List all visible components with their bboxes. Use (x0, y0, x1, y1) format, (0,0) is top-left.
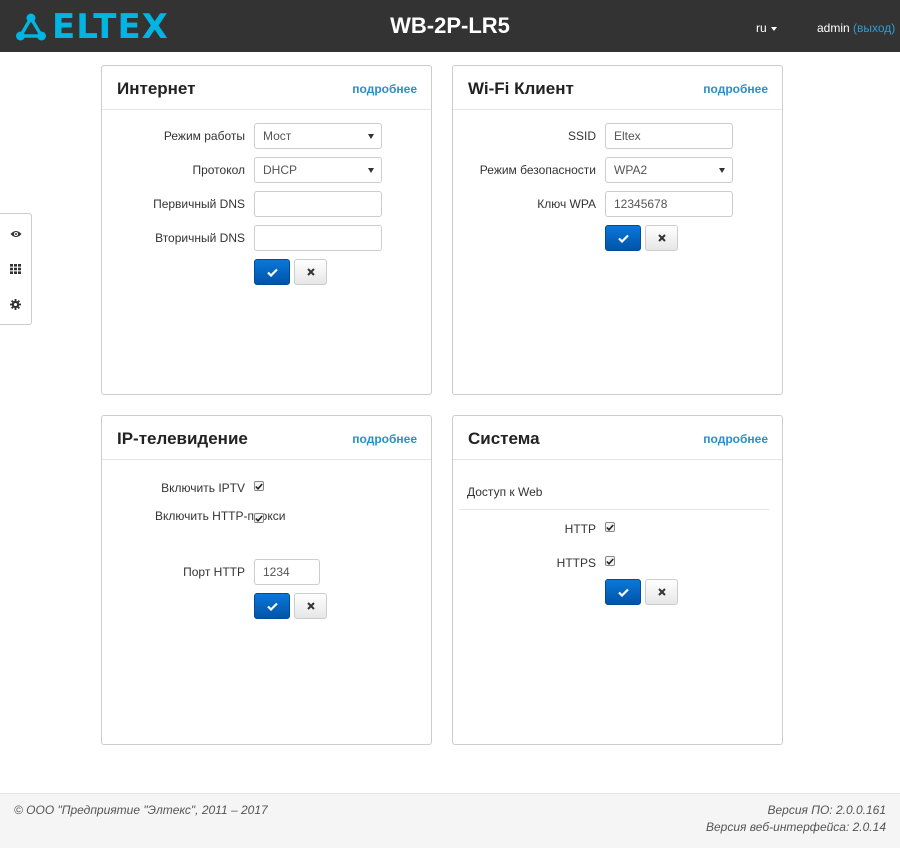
http-proxy-checkbox[interactable] (254, 513, 264, 523)
logout-link[interactable]: (выход) (853, 21, 895, 35)
internet-panel: Интернет подробнее Режим работы Мост Про… (101, 65, 432, 395)
close-icon (306, 268, 315, 276)
ssid-label: SSID (567, 129, 596, 143)
close-icon (657, 588, 666, 596)
iptv-enable-label: Включить IPTV (161, 481, 245, 495)
wifi-panel-header: Wi-Fi Клиент подробнее (453, 66, 782, 110)
mode-select[interactable]: Мост (254, 123, 382, 149)
language-value: ru (756, 21, 767, 35)
security-label: Режим безопасности (479, 163, 596, 177)
section-divider (459, 509, 769, 510)
http-proxy-label: Включить HTTP-прокси (155, 509, 286, 523)
copyright-text: © ООО "Предприятие "Элтекс", 2011 – 2017 (14, 803, 268, 817)
gear-icon (10, 298, 21, 310)
username: admin (817, 21, 850, 35)
wpa-key-row: Ключ WPA (453, 191, 782, 217)
wifi-title: Wi-Fi Клиент (468, 79, 574, 98)
iptv-panel-header: IP-телевидение подробнее (102, 416, 431, 460)
dns2-row: Вторичный DNS (102, 225, 431, 251)
user-info: admin (выход) (817, 21, 895, 35)
internet-apply-button[interactable] (254, 259, 290, 285)
wpa-key-label: Ключ WPA (537, 197, 596, 211)
http-port-row: Порт HTTP (102, 559, 431, 585)
iptv-panel: IP-телевидение подробнее Включить IPTV В… (101, 415, 432, 745)
iptv-title: IP-телевидение (117, 429, 248, 448)
protocol-value: DHCP (263, 163, 298, 177)
close-icon (657, 234, 666, 242)
ssid-row: SSID (453, 123, 782, 149)
iptv-enable-checkbox[interactable] (254, 481, 264, 491)
top-bar: ELTEX WB-2P-LR5 ru admin (выход) (0, 0, 900, 52)
checkmark-icon (606, 557, 614, 565)
iptv-enable-row: Включить IPTV (102, 475, 431, 501)
https-row: HTTPS (453, 550, 782, 576)
http-proxy-row: Включить HTTP-прокси (102, 509, 431, 549)
wifi-more-link[interactable]: подробнее (703, 82, 768, 96)
dns2-input[interactable] (254, 225, 382, 251)
wpa-key-input[interactable] (605, 191, 733, 217)
system-panel: Система подробнее Доступ к Web HTTP HTTP… (452, 415, 783, 745)
eye-icon (10, 231, 21, 237)
checkmark-icon (266, 602, 278, 611)
security-row: Режим безопасности WPA2 (453, 157, 782, 183)
iptv-cancel-button[interactable] (294, 593, 327, 619)
settings-button[interactable] (0, 289, 31, 319)
monitoring-button[interactable] (0, 219, 31, 249)
checkmark-icon (606, 523, 614, 531)
language-dropdown[interactable]: ru (756, 21, 777, 35)
internet-panel-header: Интернет подробнее (102, 66, 431, 110)
wifi-apply-button[interactable] (605, 225, 641, 251)
chevron-down-icon (368, 168, 374, 173)
http-port-label: Порт HTTP (183, 565, 245, 579)
security-select[interactable]: WPA2 (605, 157, 733, 183)
checkmark-icon (255, 482, 263, 490)
http-label: HTTP (564, 522, 596, 536)
mode-row: Режим работы Мост (102, 123, 431, 149)
chevron-down-icon (719, 168, 725, 173)
wifi-cancel-button[interactable] (645, 225, 678, 251)
checkmark-icon (255, 514, 263, 522)
checkmark-icon (266, 268, 278, 277)
checkmark-icon (617, 588, 629, 597)
ssid-input[interactable] (605, 123, 733, 149)
dns1-input[interactable] (254, 191, 382, 217)
web-interface-version: Версия веб-интерфейса: 2.0.14 (705, 820, 886, 834)
overview-button[interactable] (0, 254, 31, 284)
mode-value: Мост (263, 129, 292, 143)
internet-cancel-button[interactable] (294, 259, 327, 285)
system-more-link[interactable]: подробнее (703, 432, 768, 446)
internet-title: Интернет (117, 79, 196, 98)
protocol-label: Протокол (192, 163, 245, 177)
system-apply-button[interactable] (605, 579, 641, 605)
iptv-more-link[interactable]: подробнее (352, 432, 417, 446)
system-panel-header: Система подробнее (453, 416, 782, 460)
checkmark-icon (617, 234, 629, 243)
internet-more-link[interactable]: подробнее (352, 82, 417, 96)
https-label: HTTPS (556, 556, 596, 570)
security-value: WPA2 (614, 163, 648, 177)
https-checkbox[interactable] (605, 556, 615, 566)
protocol-row: Протокол DHCP (102, 157, 431, 183)
system-cancel-button[interactable] (645, 579, 678, 605)
chevron-down-icon (770, 26, 777, 31)
protocol-select[interactable]: DHCP (254, 157, 382, 183)
system-title: Система (468, 429, 540, 448)
http-checkbox[interactable] (605, 522, 615, 532)
chevron-down-icon (368, 134, 374, 139)
wifi-client-panel: Wi-Fi Клиент подробнее SSID Режим безопа… (452, 65, 783, 395)
http-row: HTTP (453, 516, 782, 542)
dns1-label: Первичный DNS (153, 197, 245, 211)
dns1-row: Первичный DNS (102, 191, 431, 217)
iptv-apply-button[interactable] (254, 593, 290, 619)
grid-icon (10, 264, 21, 274)
mode-label: Режим работы (163, 129, 245, 143)
http-port-input[interactable] (254, 559, 320, 585)
firmware-version: Версия ПО: 2.0.0.161 (767, 803, 886, 817)
close-icon (306, 602, 315, 610)
dns2-label: Вторичный DNS (155, 231, 245, 245)
side-toolbar (0, 213, 32, 325)
web-access-label: Доступ к Web (467, 485, 543, 499)
footer: © ООО "Предприятие "Элтекс", 2011 – 2017… (0, 793, 900, 848)
